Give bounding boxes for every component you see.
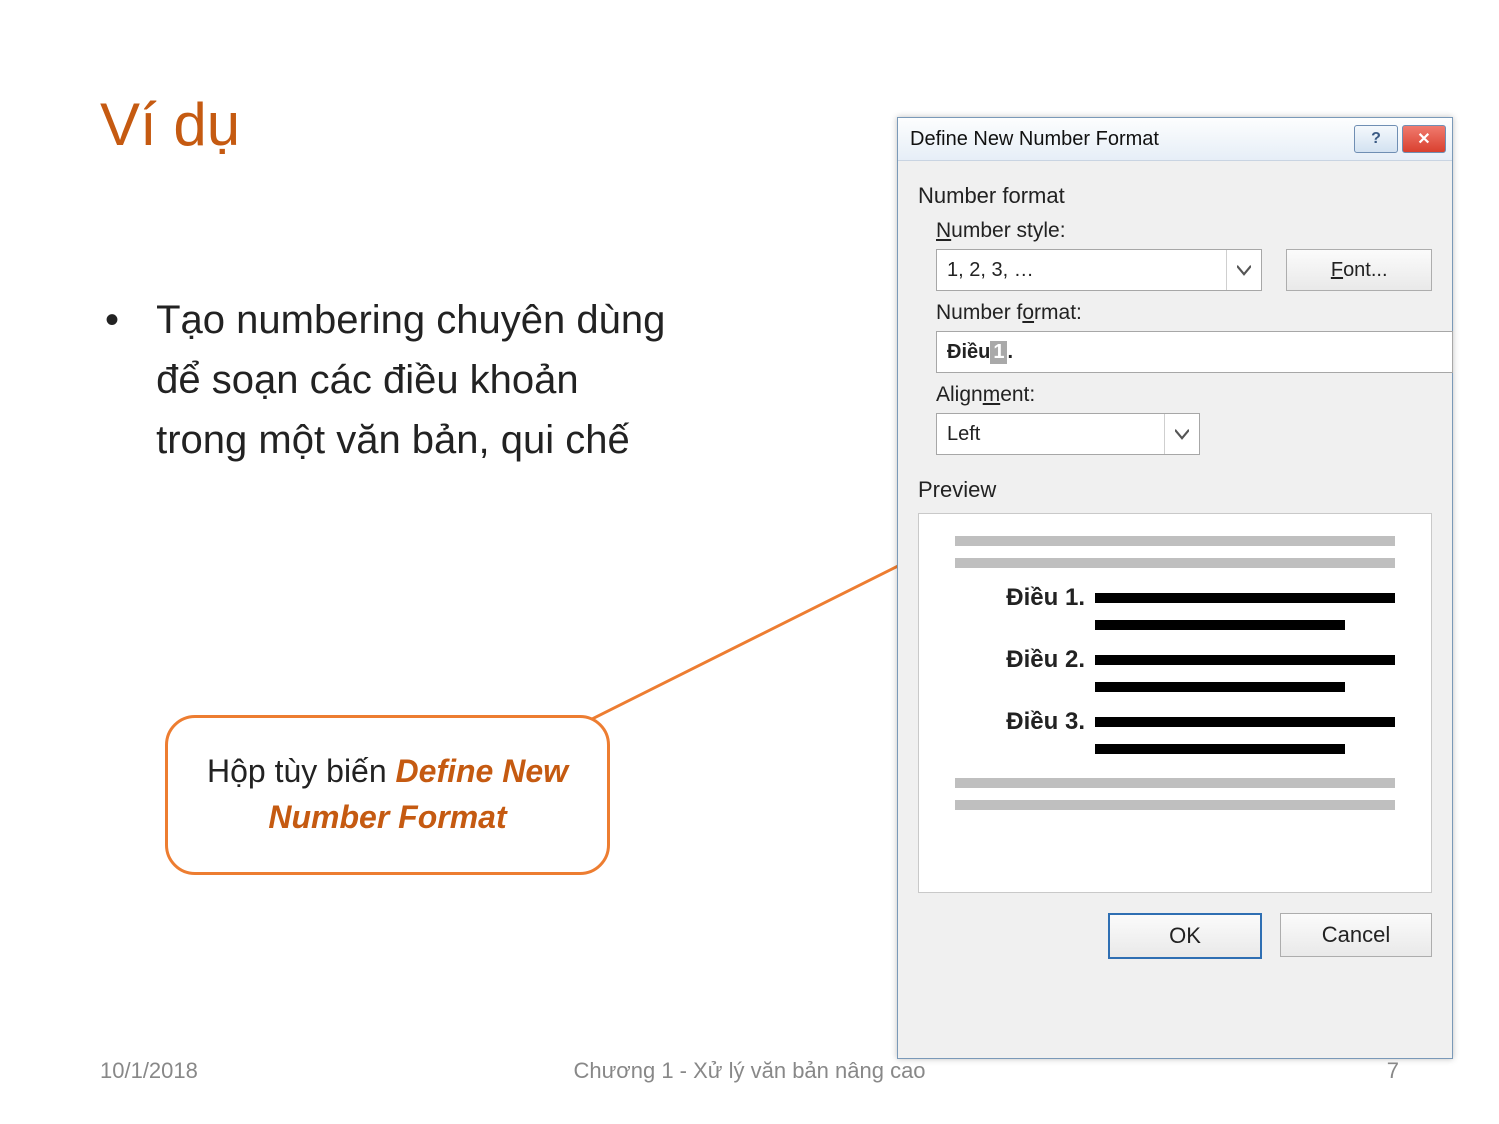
alignment-accel: m — [983, 383, 1001, 406]
slide-bullet: • Tạo numbering chuyên dùng để soạn các … — [105, 290, 685, 470]
preview-item-label: Điều 1. — [955, 584, 1095, 612]
cancel-button[interactable]: Cancel — [1280, 913, 1432, 957]
preview-item-label: Điều 3. — [955, 708, 1095, 736]
slide-footer-center: Chương 1 - Xử lý văn bản nâng cao — [0, 1058, 1499, 1084]
help-button[interactable]: ? — [1354, 125, 1398, 153]
preview-subline — [1095, 682, 1345, 692]
number-format-suffix: . — [1007, 341, 1013, 364]
dialog-footer: OK Cancel — [918, 913, 1432, 959]
preview-gray-bar — [955, 536, 1395, 546]
preview-item: Điều 2. — [955, 646, 1395, 674]
preview-gray-bar — [955, 558, 1395, 568]
number-format-accel: o — [1022, 301, 1034, 324]
font-button-rest: ont... — [1343, 259, 1387, 281]
number-style-rest: umber style: — [951, 219, 1065, 242]
number-style-combo[interactable]: 1, 2, 3, … — [936, 249, 1262, 291]
chevron-down-icon — [1164, 414, 1199, 454]
font-button-accel: F — [1331, 259, 1343, 281]
callout-prefix: Hộp tùy biến — [207, 753, 396, 789]
preview-item-label: Điều 2. — [955, 646, 1095, 674]
section-preview-label: Preview — [918, 477, 1432, 503]
number-format-label: Number format: — [936, 301, 1432, 325]
number-format-prefix: Điều — [947, 341, 990, 364]
callout-text: Hộp tùy biến Define New Number Format — [168, 748, 607, 841]
alignment-post: ent: — [1000, 383, 1035, 406]
section-number-format-label: Number format — [918, 183, 1432, 209]
preview-gray-bar — [955, 778, 1395, 788]
number-format-number: 1 — [990, 341, 1007, 364]
alignment-combo[interactable]: Left — [936, 413, 1200, 455]
preview-line — [1095, 655, 1395, 665]
dialog-title: Define New Number Format — [910, 128, 1350, 151]
alignment-label: Alignment: — [936, 383, 1432, 407]
preview-subline — [1095, 620, 1345, 630]
close-button[interactable]: ✕ — [1402, 125, 1446, 153]
preview-line — [1095, 593, 1395, 603]
close-icon: ✕ — [1417, 129, 1430, 149]
preview-box: Điều 1. Điều 2. Điều 3. — [918, 513, 1432, 893]
dialog-body: Number format Number style: 1, 2, 3, … F… — [898, 161, 1452, 971]
alignment-pre: Align — [936, 383, 983, 406]
ok-button[interactable]: OK — [1108, 913, 1262, 959]
preview-line — [1095, 717, 1395, 727]
slide-title: Ví dụ — [100, 90, 240, 159]
help-icon: ? — [1371, 130, 1381, 148]
chevron-down-icon — [1226, 250, 1261, 290]
preview-subline — [1095, 744, 1345, 754]
preview-item: Điều 3. — [955, 708, 1395, 736]
bullet-marker: • — [105, 290, 145, 350]
alignment-value: Left — [947, 423, 980, 446]
callout-connector-line — [560, 560, 920, 735]
number-format-input[interactable]: Điều 1. — [936, 331, 1453, 373]
number-style-value: 1, 2, 3, … — [947, 259, 1034, 282]
preview-item: Điều 1. — [955, 584, 1395, 612]
font-button[interactable]: Font... — [1286, 249, 1432, 291]
number-style-label: Number style: — [936, 219, 1432, 243]
number-style-accel: N — [936, 219, 951, 242]
bullet-text: Tạo numbering chuyên dùng để soạn các đi… — [156, 290, 676, 470]
dialog-titlebar: Define New Number Format ? ✕ — [898, 118, 1452, 161]
slide-footer-page: 7 — [1387, 1058, 1399, 1084]
callout-box: Hộp tùy biến Define New Number Format — [165, 715, 610, 875]
number-format-pre: Number f — [936, 301, 1022, 324]
number-format-post: rmat: — [1034, 301, 1082, 324]
define-new-number-format-dialog: Define New Number Format ? ✕ Number form… — [897, 117, 1453, 1059]
preview-gray-bar — [955, 800, 1395, 810]
